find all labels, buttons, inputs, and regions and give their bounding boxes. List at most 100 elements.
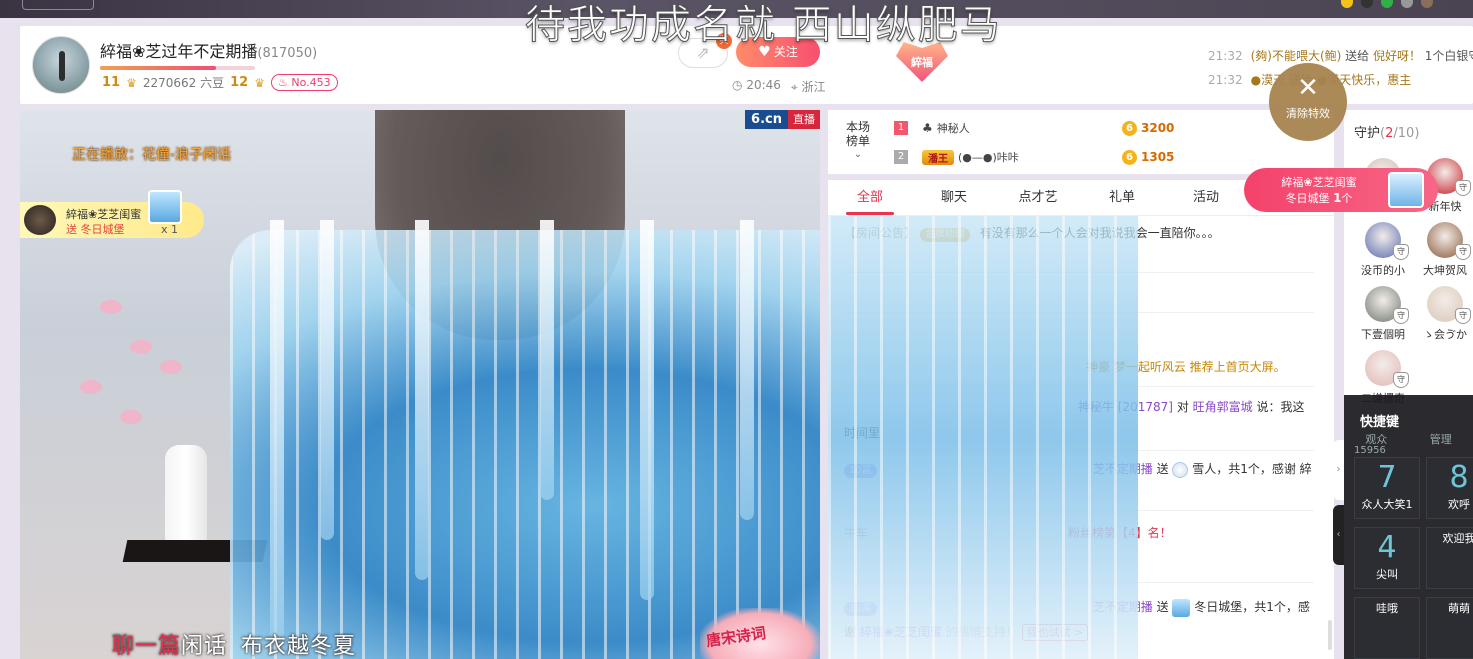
back-button[interactable] xyxy=(22,0,94,10)
chevron-right-icon[interactable]: › xyxy=(1333,440,1344,500)
rank-row[interactable]: 1 ♣ 神秘人 6 3200 xyxy=(894,117,1174,139)
shortcut-key-number: 7 xyxy=(1377,460,1397,495)
feed-user[interactable]: (夠)不能喂大(鲍) xyxy=(1251,49,1342,63)
guard-item[interactable]: 守ゝ会ゔか xyxy=(1414,286,1473,342)
chat-user[interactable]: 神秘牛 [201787] xyxy=(1078,400,1173,414)
feed-time: 21:32 xyxy=(1208,49,1243,63)
guard-title-text: 守护 xyxy=(1354,126,1381,141)
anchor-meta: ◷ 20:46 ⌖ 浙江 xyxy=(732,78,826,95)
gift-sender-avatar xyxy=(24,205,56,235)
menu-icon[interactable] xyxy=(1361,0,1373,8)
shortcut-key[interactable]: 欢迎我 xyxy=(1426,527,1473,589)
castle-gift-icon xyxy=(1388,172,1424,208)
chat-text: 对 xyxy=(1173,400,1193,414)
tab-events[interactable]: 活动 xyxy=(1164,180,1248,215)
chat-message-line2: 时间里 xyxy=(844,426,881,440)
feed-text: 送给 xyxy=(1341,49,1373,63)
shortcut-key[interactable]: 8 欢呼 xyxy=(1426,457,1473,519)
video-flower xyxy=(100,300,122,314)
clear-effects-button[interactable]: ✕ 清除特效 xyxy=(1269,63,1347,141)
chat-message: 神秘牛 [201787] 对 旺角郭富城 说：我这 xyxy=(1078,398,1318,416)
lyric-line: 聊一篇闲话 布衣越冬夏 xyxy=(112,628,356,659)
chat-divider xyxy=(844,450,1314,451)
chat-text: 的热情支持！ xyxy=(941,625,1018,639)
shortcut-key[interactable]: 萌萌 xyxy=(1426,597,1473,659)
user-avatar[interactable] xyxy=(1421,0,1433,8)
gift-popup: 綷福❀芝芝闺蜜 送 冬日城堡 x 1 xyxy=(20,190,204,238)
overlay-lyric-title: 待我功成名就 西山纵肥马 xyxy=(525,2,1002,49)
chat-text: 牛车 xyxy=(844,526,869,540)
clear-effects-label: 清除特效 xyxy=(1286,107,1330,120)
shortcut-key[interactable]: 4 尖叫 xyxy=(1354,527,1420,589)
try-it-button[interactable]: 我也试试 > xyxy=(1021,624,1089,641)
shortcut-panel: 快捷键 观众 管理 15956 7 众人大笑1 8 欢呼 4 尖叫 欢迎我 哇哦 萌萌 xyxy=(1344,395,1473,659)
guard-popup-unit: 个 xyxy=(1341,192,1353,205)
feed-time: 21:32 xyxy=(1208,73,1243,87)
rank-row[interactable]: 2 潘王 (●—●)咔咔 6 1305 xyxy=(894,146,1174,168)
coin-icon: 6 xyxy=(1122,120,1137,136)
anchor-name: 綷福❀芝过年不定期播(817050) xyxy=(100,38,317,62)
rank-badge[interactable]: ♨ No.453 xyxy=(270,74,338,91)
crown-icon: ♛ xyxy=(126,75,137,90)
mystery-user-icon: ♣ xyxy=(922,121,933,135)
event-badge-text: 唐宋诗词 xyxy=(705,623,768,651)
chevron-left-icon[interactable]: ‹ xyxy=(1333,505,1344,565)
gift-feed-item: 21:32 (夠)不能喂大(鲍) 送给 倪好呀！ 1个白银守 xyxy=(1208,44,1473,68)
coin-icon[interactable] xyxy=(1341,0,1353,8)
tab-chat[interactable]: 聊天 xyxy=(912,180,996,215)
castle-gift-icon xyxy=(148,190,182,224)
guard-shield-icon: 守 xyxy=(1455,180,1471,196)
shortcut-key-label: 欢迎我 xyxy=(1442,532,1473,545)
anchor-avatar[interactable] xyxy=(32,36,90,94)
room-notice: 【房间公告】 金牌助理 有没有那么一个人会对我说我会一直陪你。。。 xyxy=(844,224,1314,242)
tab-all[interactable]: 全部 xyxy=(828,180,912,215)
chat-user[interactable]: 綷福❀芝芝闺蜜 xyxy=(860,625,942,639)
guard-item[interactable]: 守大坤贺风 xyxy=(1414,222,1473,278)
user-icon[interactable] xyxy=(1401,0,1413,8)
icicle-effect xyxy=(320,220,334,540)
video-flower xyxy=(80,380,102,394)
chat-divider xyxy=(844,510,1314,511)
shortcut-key-number: 8 xyxy=(1449,460,1469,495)
lyric-highlight: 聊一篇 xyxy=(112,634,182,659)
chat-message: 神豪 梦一起听风云 推荐上首页大屏。 xyxy=(1086,358,1316,376)
tab-manage[interactable]: 管理 xyxy=(1430,431,1452,447)
guard-gift-popup: 綷福❀芝芝闺蜜 冬日城堡 1个 xyxy=(1244,168,1438,212)
guard-popup-gift-name: 冬日城堡 xyxy=(1285,192,1330,205)
icicle-effect xyxy=(640,220,654,600)
tab-gifts[interactable]: 礼单 xyxy=(1080,180,1164,215)
location-icon: ⌖ xyxy=(790,80,798,94)
ice-castle-effect xyxy=(230,230,820,659)
status-icon[interactable] xyxy=(1381,0,1393,8)
feed-target[interactable]: 倪好呀！ xyxy=(1373,49,1421,63)
chat-user[interactable]: 旺角郭富城 xyxy=(1193,400,1253,414)
feed-extra: 1个白银守 xyxy=(1424,49,1473,63)
chat-message: 10富 芝不定期播 送 冬日城堡，共1个，感 xyxy=(844,598,1314,617)
guard-item[interactable]: 守下壹個明 xyxy=(1352,286,1414,342)
live-tag: 6.cn 直播 xyxy=(745,110,820,129)
rank-number: 1 xyxy=(894,121,908,135)
chat-scrollbar[interactable] xyxy=(1328,620,1332,650)
chevron-down-icon: ⌄ xyxy=(853,149,863,160)
tab-talent[interactable]: 点才艺 xyxy=(996,180,1080,215)
chat-message: 谢 綷福❀芝芝闺蜜 的热情支持！ 我也试试 > xyxy=(844,623,1314,641)
shortcut-key[interactable]: 7 众人大笑1 xyxy=(1354,457,1420,519)
notice-tag: 金牌助理 xyxy=(919,228,970,242)
chat-user[interactable]: 芝不定期播 xyxy=(1093,462,1153,476)
live-video[interactable]: 6.cn 直播 正在播放：花僮-浪子闲话 綷福❀芝芝闺蜜 送 冬日城堡 x 1 … xyxy=(20,110,820,659)
level-progress-fill xyxy=(100,66,217,70)
event-badge[interactable]: 唐宋诗词 xyxy=(700,608,820,659)
clock-icon: ◷ xyxy=(732,78,743,92)
chat-user[interactable]: 芝不定期播 xyxy=(1093,600,1153,614)
rank-label[interactable]: 本场 榜单 ⌄ xyxy=(838,120,878,162)
anchor-name-text: 綷福❀芝过年不定期播 xyxy=(100,42,258,61)
rank-label-line1: 本场 xyxy=(845,120,870,134)
shortcut-key[interactable]: 哇哦 xyxy=(1354,597,1420,659)
gift-count: x 1 xyxy=(161,223,179,236)
chat-divider xyxy=(844,386,1314,387)
lyric-rest: 闲话 xyxy=(181,634,228,659)
guard-shield-icon: 守 xyxy=(1455,244,1471,260)
guard-item[interactable]: 守没币的小 xyxy=(1352,222,1414,278)
fire-icon: ♨ xyxy=(277,76,288,89)
guard-shield-icon: 守 xyxy=(1393,308,1409,324)
